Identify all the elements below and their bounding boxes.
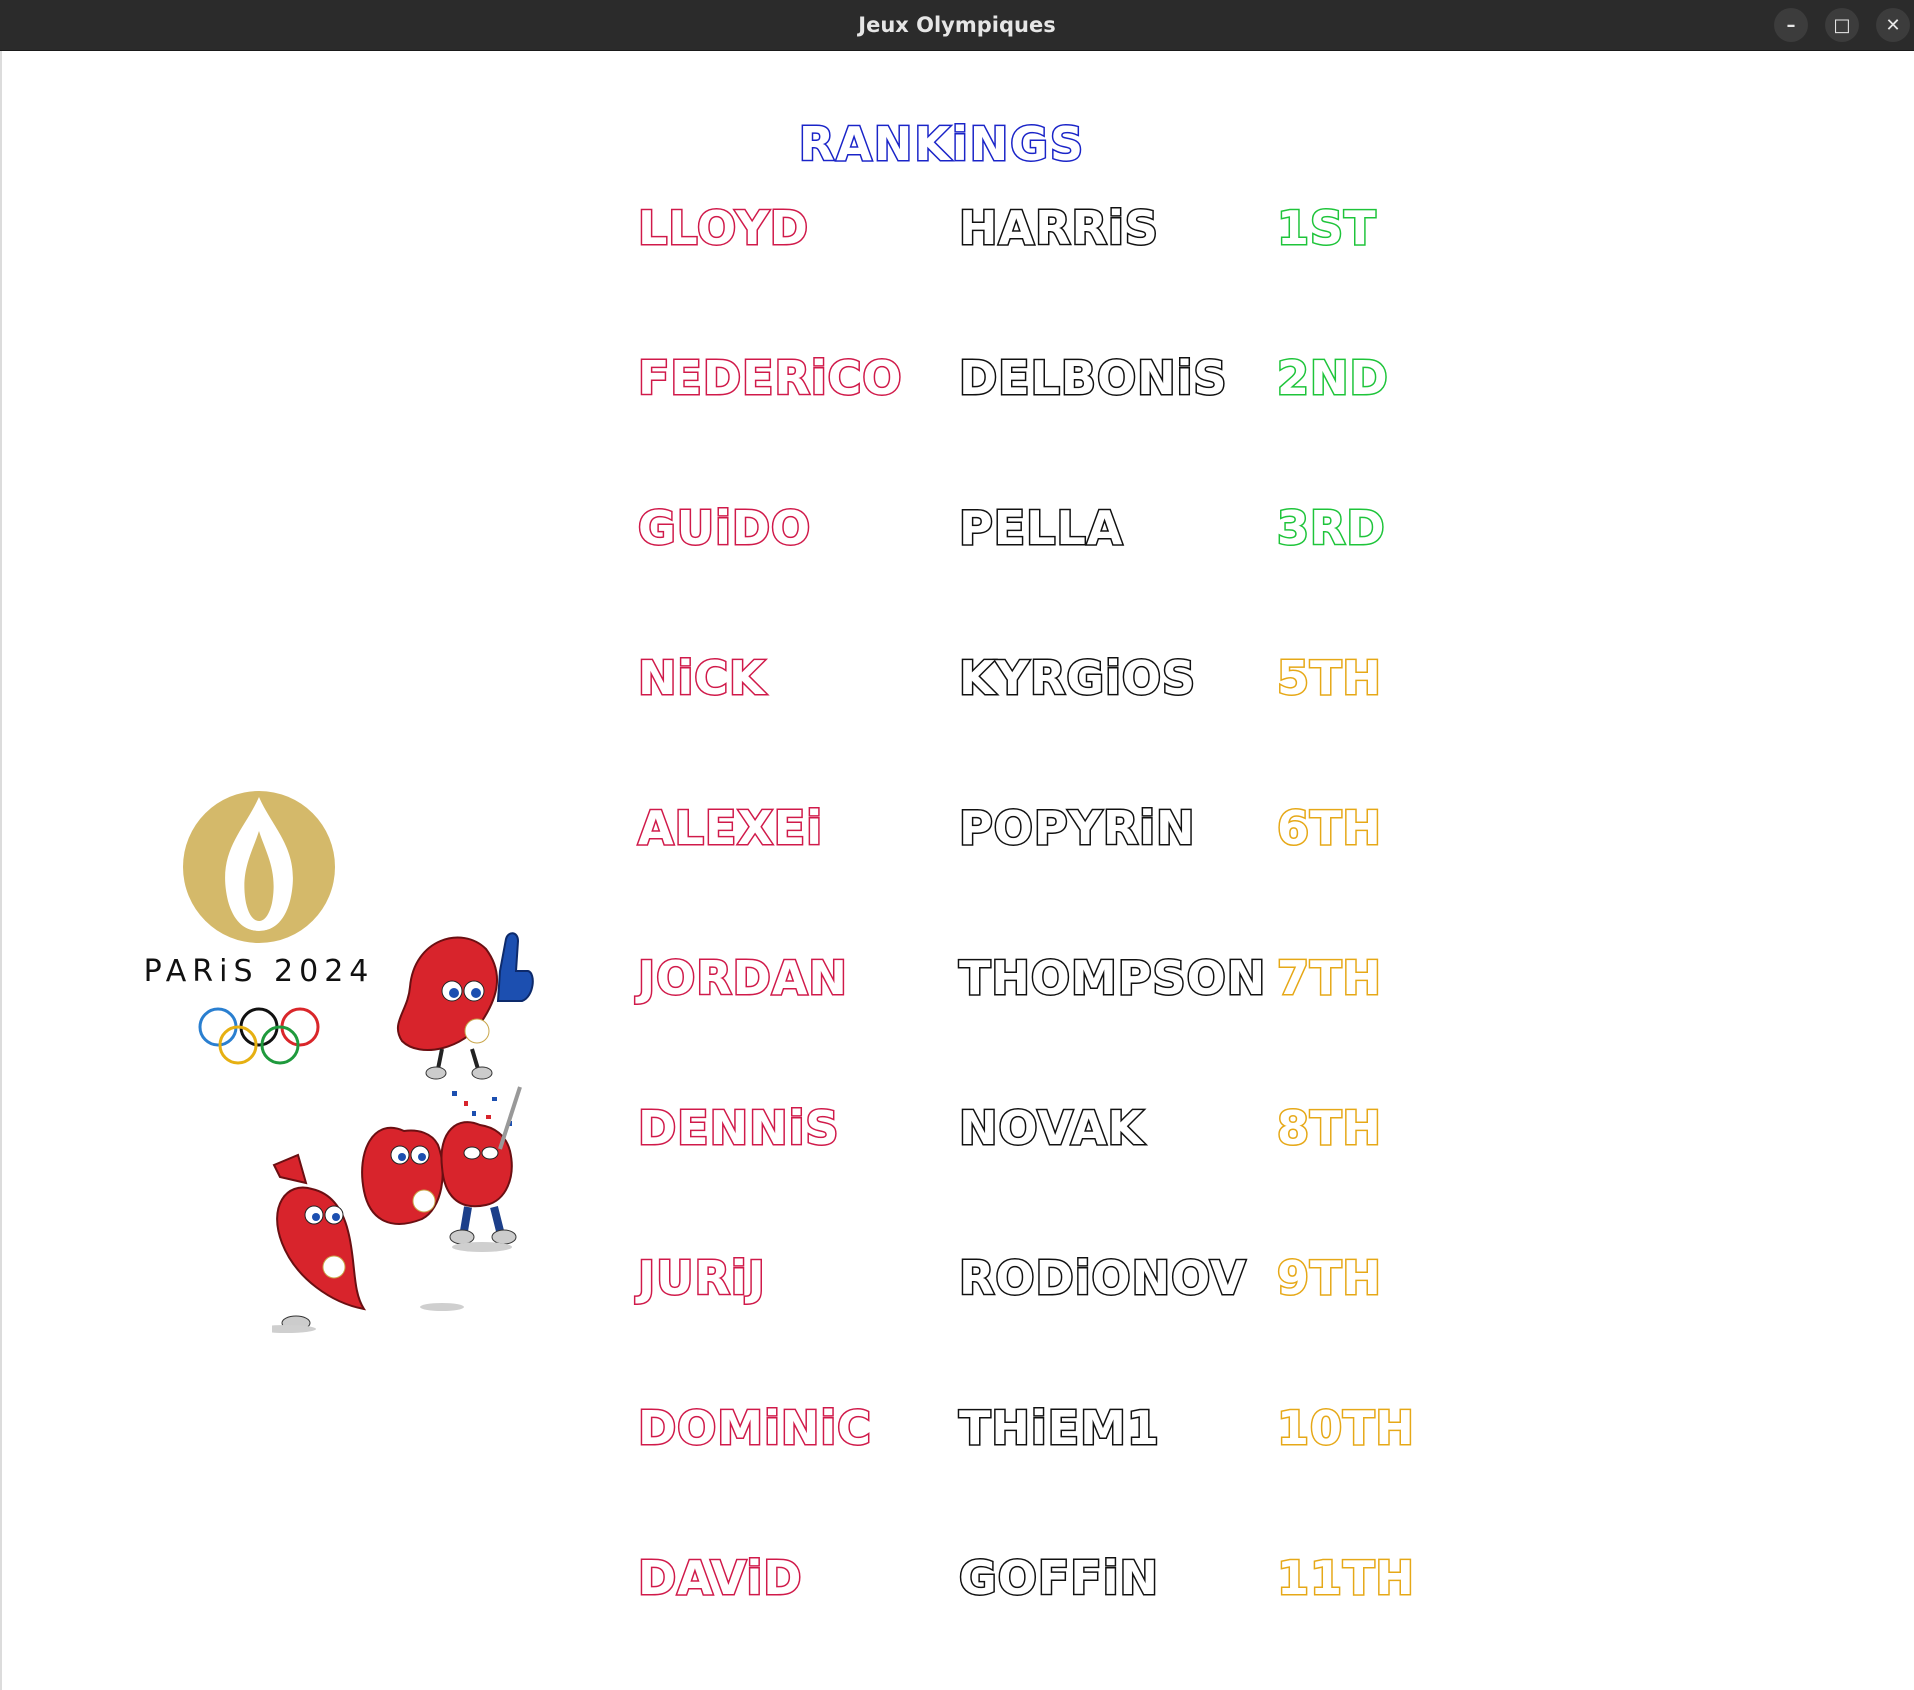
window-title: Jeux Olympiques <box>858 13 1056 37</box>
last-name: HARRiS <box>958 201 1160 255</box>
last-name: GOFFiN <box>958 1551 1160 1605</box>
place: 8TH <box>1276 1101 1383 1155</box>
mascot-group-middle <box>361 1086 522 1252</box>
first-name: JURiJ <box>637 1251 767 1305</box>
place: 3RD <box>1276 501 1387 555</box>
window-titlebar: Jeux Olympiques – □ ✕ <box>0 0 1914 51</box>
first-name: DENNiS <box>637 1101 840 1155</box>
first-name: NiCK <box>637 651 767 705</box>
first-name: DAViD <box>636 1551 803 1605</box>
place: 10TH <box>1276 1401 1416 1455</box>
mascot-foam-finger <box>396 932 534 1080</box>
last-name: RODiONOV <box>958 1251 1248 1305</box>
place: 11TH <box>1276 1551 1416 1605</box>
maximize-button[interactable]: □ <box>1825 8 1859 42</box>
place: 1ST <box>1276 201 1378 255</box>
first-name: GUiDO <box>636 501 812 555</box>
place: 7TH <box>1276 951 1383 1005</box>
last-name: THiEM1 <box>958 1401 1161 1455</box>
last-name: POPYRiN <box>958 801 1197 855</box>
last-name: KYRGiOS <box>957 651 1197 705</box>
last-name: NOVAK <box>957 1101 1145 1155</box>
place: 2ND <box>1276 351 1390 405</box>
last-name: THOMPSON <box>957 951 1267 1005</box>
minimize-button[interactable]: – <box>1774 8 1808 42</box>
place: 5TH <box>1276 651 1383 705</box>
first-name: JORDAN <box>637 951 849 1005</box>
first-name: FEDERiCO <box>637 351 904 405</box>
place: 6TH <box>1276 801 1383 855</box>
app-content: RANKiNGS PARiS 2024 LLOYD HARRiS 1ST FED… <box>0 51 1914 1690</box>
last-name: PELLA <box>957 501 1124 555</box>
last-name: DELBONiS <box>957 351 1228 405</box>
rankings-heading: RANKiNGS <box>797 116 1086 173</box>
first-name: DOMiNiC <box>637 1401 873 1455</box>
place: 9TH <box>1276 1251 1383 1305</box>
close-button[interactable]: ✕ <box>1876 8 1910 42</box>
first-name: ALEXEi <box>637 801 824 855</box>
first-name: LLOYD <box>637 201 810 255</box>
phryge-mascots-illustration <box>272 932 534 1333</box>
